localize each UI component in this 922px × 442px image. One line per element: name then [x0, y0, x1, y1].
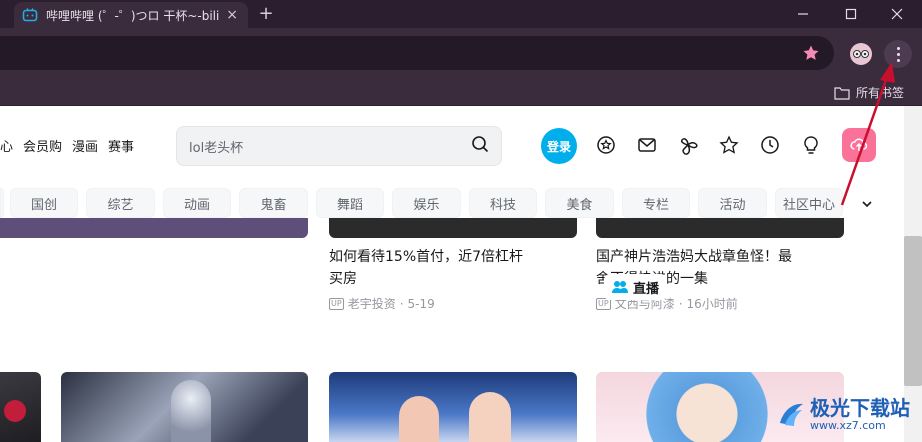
message-icon[interactable] — [636, 134, 658, 156]
video-date: 5-19 — [407, 296, 435, 311]
login-button[interactable]: 登录 — [541, 128, 577, 164]
new-tab-button[interactable]: + — [256, 3, 276, 24]
live-badge-label: 直播 — [633, 281, 660, 297]
channel-chip[interactable]: 娱乐 — [392, 188, 461, 218]
scrollbar-thumb[interactable] — [904, 236, 922, 386]
browser-tab[interactable]: 哔哩哔哩 (゜-゜)つロ 干杯~-bili × — [14, 2, 248, 28]
channel-chip[interactable]: 综艺 — [86, 188, 155, 218]
video-thumbnail[interactable] — [596, 218, 844, 238]
watermark-url: www.xz7.com — [810, 418, 886, 432]
close-window-icon[interactable] — [874, 0, 920, 28]
video-author[interactable]: 老宇投资 — [348, 295, 396, 312]
minimize-icon[interactable] — [780, 0, 826, 28]
favorites-icon[interactable] — [718, 134, 740, 156]
up-badge-icon: UP — [329, 297, 344, 310]
nav-link-center[interactable]: 心 — [0, 136, 13, 155]
live-badge[interactable]: 直播 — [604, 274, 668, 300]
vip-icon[interactable] — [595, 134, 617, 156]
maximize-icon[interactable] — [828, 0, 874, 28]
nav-link-mall[interactable]: 会员购 — [23, 136, 62, 155]
bookmarks-bar: 所有书签 — [0, 78, 922, 106]
folder-icon — [834, 86, 850, 100]
browser-menu-button[interactable] — [884, 40, 912, 68]
watermark-logo: 极光下载站 www.xz7.com — [776, 390, 916, 438]
channel-chip-partial — [0, 188, 4, 218]
top-nav: 心 会员购 漫画 赛事 — [0, 136, 134, 155]
search-input[interactable]: lol老头杯 — [189, 137, 471, 156]
tab-close-icon[interactable]: × — [224, 7, 240, 23]
upload-icon — [850, 138, 868, 151]
nav-link-manga[interactable]: 漫画 — [72, 136, 98, 155]
channel-chip[interactable]: 社区中心 — [775, 188, 843, 218]
search-box[interactable]: lol老头杯 — [176, 126, 502, 166]
address-bar[interactable] — [0, 36, 834, 70]
watermark-name: 极光下载站 — [810, 395, 910, 420]
channel-chip[interactable]: 科技 — [469, 188, 537, 218]
channel-chip[interactable]: 国创 — [10, 188, 78, 218]
aurora-logo-icon — [780, 403, 803, 426]
bookmark-folder-label: 所有书签 — [856, 86, 905, 100]
video-date: 16小时前 — [686, 297, 738, 311]
channel-chip[interactable]: 活动 — [698, 188, 767, 218]
search-icon[interactable] — [471, 135, 489, 157]
nav-link-match[interactable]: 赛事 — [108, 136, 134, 155]
live-people-icon — [612, 281, 628, 293]
channel-chip[interactable]: 专栏 — [622, 188, 690, 218]
channel-chip[interactable]: 动画 — [163, 188, 231, 218]
bookmark-star-icon[interactable] — [802, 44, 820, 66]
history-icon[interactable] — [759, 134, 781, 156]
profile-avatar-icon[interactable] — [850, 43, 872, 65]
video-title[interactable]: 如何看待15%首付，近7倍杠杆 买房 — [329, 246, 579, 290]
browser-tabstrip: 哔哩哔哩 (゜-゜)つロ 干杯~-bili × + — [0, 0, 922, 28]
bilibili-favicon-icon — [22, 7, 38, 23]
video-meta[interactable]: UP 老宇投资 · 5-19 — [329, 295, 435, 312]
upload-button[interactable] — [842, 128, 876, 162]
meta-separator: · — [678, 296, 683, 311]
site-header: 心 会员购 漫画 赛事 lol老头杯 登录 — [0, 106, 904, 178]
video-thumbnail[interactable] — [0, 218, 308, 238]
all-bookmarks-folder[interactable]: 所有书签 — [834, 84, 904, 101]
channel-chip[interactable]: 鬼畜 — [239, 188, 308, 218]
channel-chip[interactable]: 美食 — [545, 188, 614, 218]
video-thumbnail[interactable] — [61, 372, 308, 442]
channel-chip[interactable]: 舞蹈 — [316, 188, 384, 218]
video-thumbnail[interactable] — [0, 372, 41, 442]
channel-list: 国创 综艺 动画 鬼畜 舞蹈 娱乐 科技 美食 专栏 活动 社区中心 — [0, 188, 904, 218]
menu-dot — [896, 58, 900, 62]
meta-separator: · — [399, 296, 404, 311]
menu-dot — [896, 46, 900, 50]
tab-title: 哔哩哔哩 (゜-゜)つロ 干杯~-bili — [46, 8, 220, 23]
creation-lightbulb-icon[interactable] — [800, 134, 822, 156]
dynamic-icon[interactable] — [677, 134, 699, 156]
video-thumbnail[interactable] — [329, 372, 577, 442]
chevron-down-icon[interactable] — [860, 196, 874, 215]
menu-dot — [896, 52, 900, 56]
browser-toolbar — [0, 28, 922, 78]
video-thumbnail[interactable] — [329, 218, 577, 238]
